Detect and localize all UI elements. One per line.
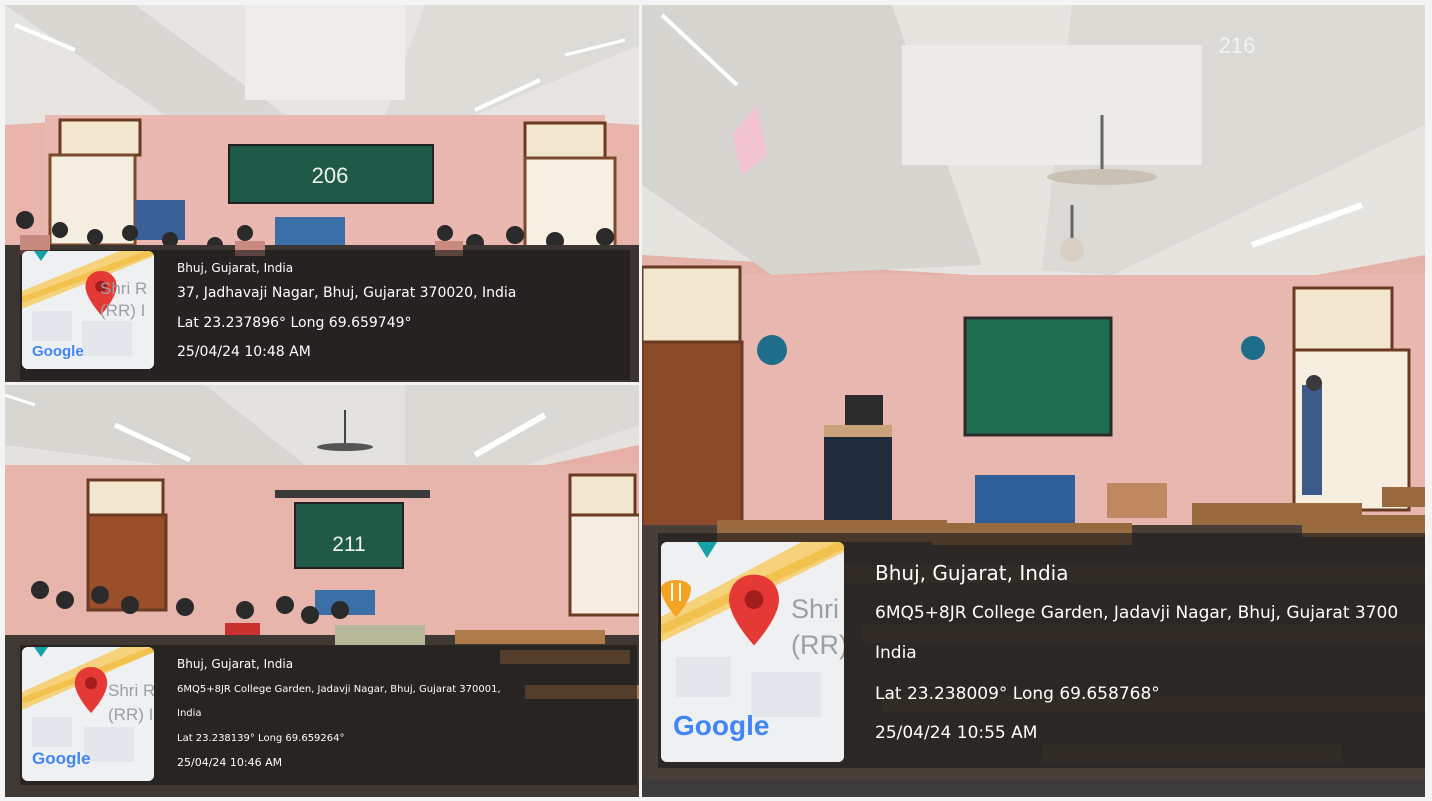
map-thumbnail: Shri R (RR) I Google <box>22 251 154 369</box>
location-city: Bhuj, Gujarat, India <box>177 261 294 275</box>
map-place-label-2: (RR) I <box>108 705 154 724</box>
location-city: Bhuj, Gujarat, India <box>875 561 1069 585</box>
location-coordinates: Lat 23.238139° Long 69.659264° <box>177 733 345 744</box>
location-city: Bhuj, Gujarat, India <box>177 657 294 671</box>
location-address: 6MQ5+8JR College Garden, Jadavji Nagar, … <box>177 684 501 695</box>
location-timestamp: 25/04/24 10:46 AM <box>177 756 283 769</box>
photo-room-216: 216 Shri (RR) Google Bhuj, Gujarat, Indi… <box>642 5 1425 797</box>
location-address-line-2: India <box>875 643 917 663</box>
map-place-label: Shri R <box>108 681 154 700</box>
room-number-label: 206 <box>311 163 349 188</box>
map-pin-icon <box>729 574 779 646</box>
map-place-label: Shri R <box>100 279 148 298</box>
google-logo: Google <box>32 749 91 768</box>
photo-room-211: 211 Shri R (RR) I Google Bhuj, Gujarat, … <box>5 385 639 797</box>
room-number-label: 211 <box>332 533 366 556</box>
fork-knife-icon <box>661 580 691 617</box>
map-pin-icon <box>74 667 108 713</box>
location-address: 6MQ5+8JR College Garden, Jadavji Nagar, … <box>875 603 1399 623</box>
room-number-label: 216 <box>1218 33 1256 58</box>
location-address: 37, Jadhavaji Nagar, Bhuj, Gujarat 37002… <box>177 285 517 301</box>
map-place-label: Shri <box>791 594 840 624</box>
map-thumbnail: Shri (RR) Google <box>661 542 844 762</box>
google-logo: Google <box>673 710 770 741</box>
map-thumbnail: Shri R (RR) I Google <box>22 647 154 781</box>
map-place-label-2: (RR) <box>791 630 844 660</box>
location-coordinates: Lat 23.237896° Long 69.659749° <box>177 315 412 331</box>
photo-room-206: 206 Shri R (RR) I Google Bhuj, Gujarat, … <box>5 5 639 382</box>
location-address-line-2: India <box>177 708 202 719</box>
map-place-label-2: (RR) I <box>100 301 146 320</box>
google-logo: Google <box>32 343 84 360</box>
location-coordinates: Lat 23.238009° Long 69.658768° <box>875 684 1160 704</box>
location-timestamp: 25/04/24 10:55 AM <box>875 723 1038 743</box>
location-timestamp: 25/04/24 10:48 AM <box>177 344 311 360</box>
